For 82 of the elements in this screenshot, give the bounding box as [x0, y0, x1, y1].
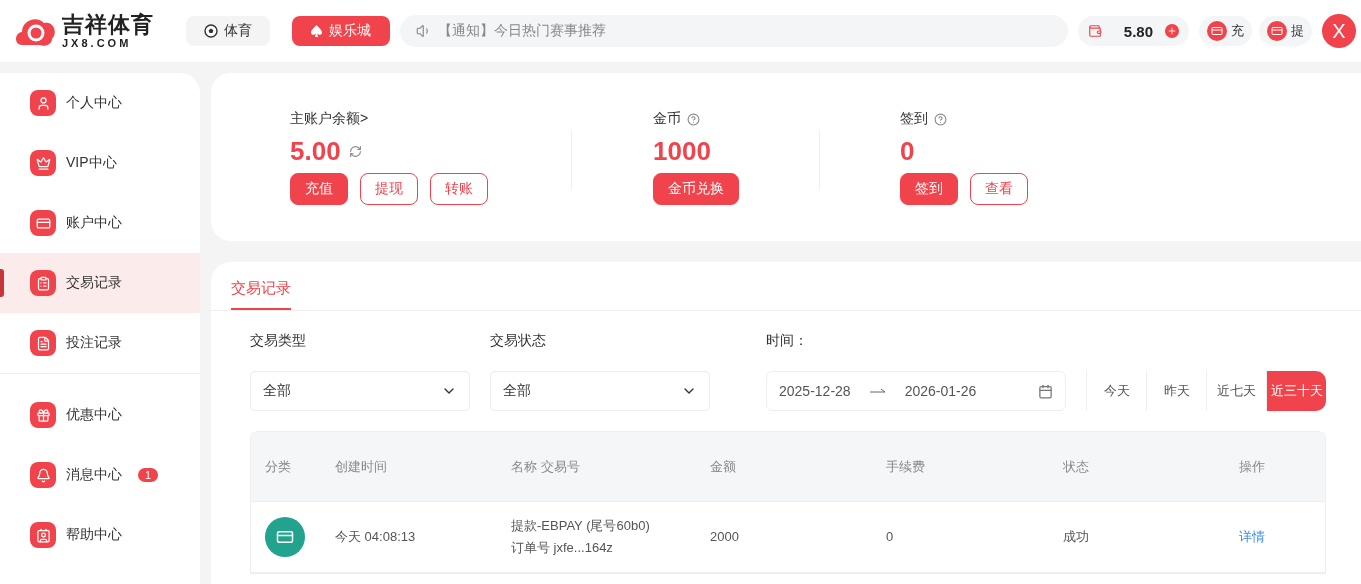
help-icon[interactable] [934, 112, 947, 126]
sidebar-label: 帮助中心 [66, 526, 122, 544]
table-cell-text: 订单号 jxfe...164z [511, 539, 614, 557]
table-cell-text: 0 [886, 528, 895, 546]
wallet-icon [1087, 24, 1102, 38]
sidebar-item[interactable]: 账户中心 [0, 193, 200, 253]
action-button[interactable]: 充值 [290, 173, 348, 205]
stat-value: 0 [900, 135, 915, 167]
action-button[interactable]: 查看 [970, 173, 1028, 205]
arrow-icon [868, 387, 887, 395]
stat-label: 主账户余额> [290, 110, 369, 128]
card-icon [1267, 21, 1287, 41]
date-range-field[interactable]: 2025-12-28 2026-01-26 [766, 371, 1066, 411]
sidebar-label: VIP中心 [66, 154, 117, 172]
stat-value: 5.00 [290, 135, 341, 167]
table-cell-text: 提款-EBPAY (尾号60b0) [511, 517, 651, 535]
details-link[interactable]: 详情 [1239, 529, 1265, 544]
menu-icon [30, 522, 56, 548]
notice-text: 【通知】今日热门赛事推荐 [437, 22, 606, 40]
card-icon [265, 517, 305, 557]
action-button[interactable]: 签到 [900, 173, 958, 205]
calendar-icon[interactable] [1038, 383, 1053, 399]
filter-label: 交易状态 [490, 331, 547, 349]
table-cell-text: 成功 [1063, 528, 1090, 546]
menu-icon [30, 462, 56, 488]
wallet-action-button[interactable]: 提 [1259, 16, 1312, 46]
records-tab[interactable]: 交易记录 [231, 279, 291, 310]
menu-icon [30, 90, 56, 116]
start-date: 2025-12-28 [779, 383, 851, 399]
stat-label: 签到 [900, 110, 928, 128]
sidebar-label: 个人中心 [66, 94, 122, 112]
stat-label: 金币 [653, 110, 681, 128]
sidebar-label: 投注记录 [66, 334, 122, 352]
stat-value: 1000 [653, 135, 711, 167]
sidebar-label: 交易记录 [66, 274, 122, 292]
wallet-action-button[interactable]: 充 [1199, 16, 1252, 46]
refresh-icon[interactable] [348, 144, 362, 158]
nav-tab[interactable]: 体育 [185, 16, 270, 46]
filter-label: 交易类型 [250, 331, 307, 349]
action-button[interactable]: 转账 [430, 173, 488, 205]
plus-icon[interactable] [1165, 24, 1179, 38]
range-button[interactable]: 近三十天 [1266, 371, 1326, 411]
sidebar-label: 优惠中心 [66, 406, 122, 424]
sidebar-label: 消息中心 [66, 466, 122, 484]
end-date: 2026-01-26 [904, 383, 977, 399]
logo-domain: JX8.COM [62, 37, 133, 49]
menu-icon [30, 330, 56, 356]
balance-amount: 5.80 [1123, 22, 1153, 40]
menu-icon [30, 210, 56, 236]
table-cell-text: 2000 [710, 528, 740, 546]
nav-tab[interactable]: 娱乐城 [291, 16, 390, 46]
close-button[interactable]: X [1322, 14, 1356, 48]
logo-name: 吉祥体育 [62, 13, 154, 37]
sidebar-item[interactable]: 优惠中心 [0, 385, 200, 445]
help-icon[interactable] [687, 112, 700, 126]
column-header: 手续费 [886, 457, 926, 476]
sidebar-item[interactable]: 投注记录 [0, 313, 200, 373]
spade-icon [310, 24, 324, 38]
sidebar-item[interactable]: VIP中心 [0, 133, 200, 193]
menu-icon [30, 150, 56, 176]
menu-icon [30, 270, 56, 296]
ball-icon [203, 24, 218, 38]
card-icon [1207, 21, 1227, 41]
count-badge: 1 [138, 468, 159, 482]
column-header: 创建时间 [335, 457, 388, 476]
filter-label: 时间： [766, 331, 809, 349]
table-cell-text: 今天 04:08:13 [335, 528, 417, 546]
menu-icon [30, 402, 56, 428]
action-button[interactable]: 金币兑换 [653, 173, 739, 205]
type-select[interactable]: 全部 [250, 371, 470, 411]
column-header: 金额 [710, 457, 737, 476]
column-header: 操作 [1239, 457, 1266, 476]
column-header: 状态 [1063, 457, 1090, 476]
status-select[interactable]: 全部 [490, 371, 710, 411]
column-header: 分类 [265, 457, 292, 476]
column-header: 名称 交易号 [511, 457, 581, 476]
sidebar-item[interactable]: 个人中心 [0, 73, 200, 133]
action-button[interactable]: 提现 [360, 173, 418, 205]
sidebar-item[interactable]: 帮助中心 [0, 505, 200, 565]
sidebar-label: 账户中心 [66, 214, 122, 232]
sidebar-item[interactable]: 交易记录 [0, 253, 200, 313]
sidebar-item[interactable]: 消息中心 1 [0, 445, 200, 505]
